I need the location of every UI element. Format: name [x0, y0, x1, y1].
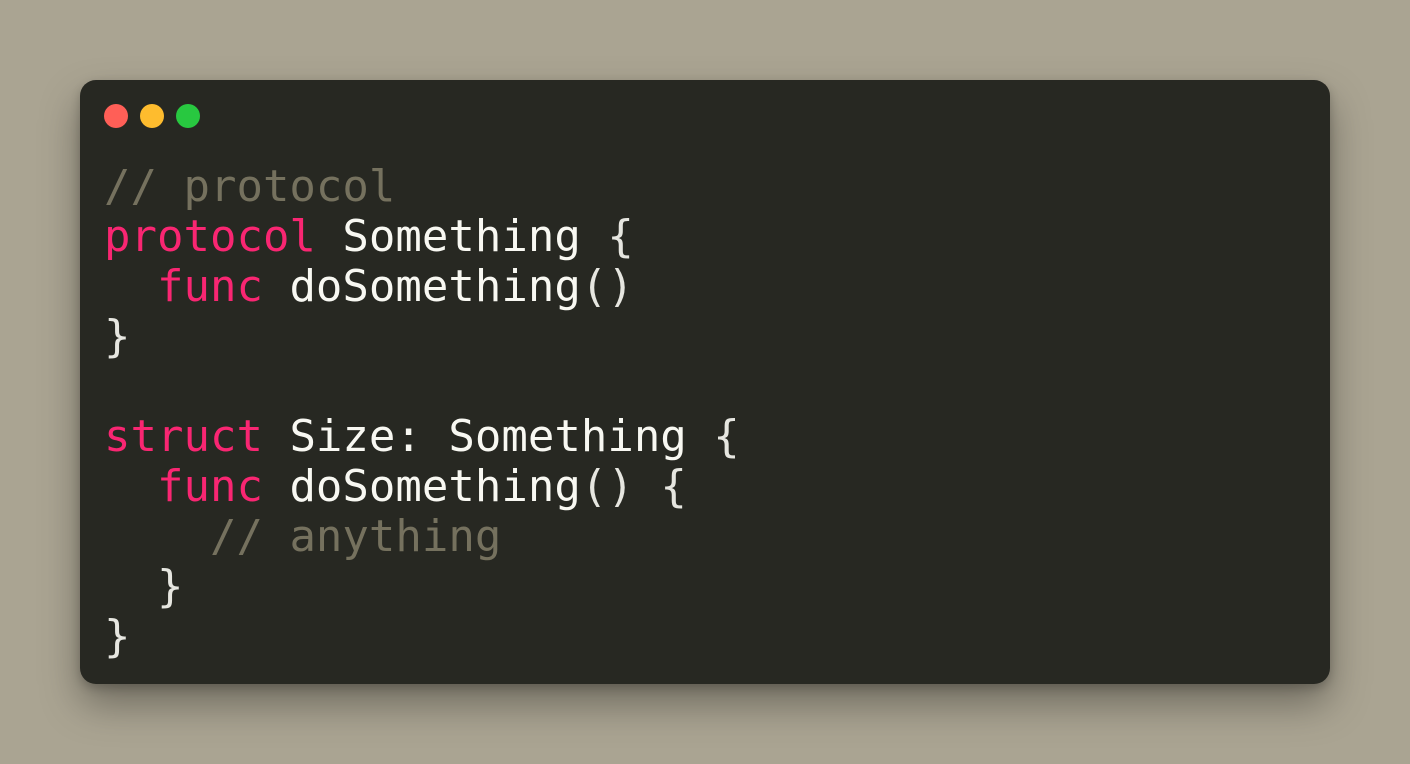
minimize-button[interactable] — [140, 104, 164, 128]
code-window: // protocol protocol Something { func doS… — [80, 80, 1330, 684]
code-text: doSomething — [262, 261, 581, 312]
close-button[interactable] — [104, 104, 128, 128]
code-punctuation: { — [607, 211, 634, 262]
code-punctuation: } — [104, 561, 184, 612]
code-line: func doSomething() { — [104, 462, 740, 512]
code-line: func doSomething() — [104, 262, 740, 312]
code-line: } — [104, 562, 740, 612]
maximize-button[interactable] — [176, 104, 200, 128]
code-punctuation: () — [580, 261, 634, 312]
code-line: struct Size: Something { — [104, 412, 740, 462]
code-punctuation: { — [713, 411, 740, 462]
window-controls — [104, 104, 200, 128]
code-keyword: struct — [104, 411, 263, 462]
code-comment: // anything — [209, 511, 502, 562]
code-line: // anything — [104, 512, 740, 562]
code-punctuation: } — [104, 611, 131, 662]
code-text: doSomething — [262, 461, 581, 512]
code-punctuation: () { — [580, 461, 687, 512]
code-keyword: func — [156, 261, 263, 312]
code-text: Something — [315, 211, 608, 262]
code-line: // protocol — [104, 162, 740, 212]
code-line: } — [104, 312, 740, 362]
code-punctuation: } — [104, 311, 131, 362]
code-block: // protocol protocol Something { func doS… — [104, 162, 740, 662]
code-text: Size: Something — [262, 411, 714, 462]
code-keyword: func — [156, 461, 263, 512]
code-comment: // protocol — [104, 161, 396, 212]
code-line: } — [104, 612, 740, 662]
code-keyword: protocol — [104, 211, 316, 262]
code-line: protocol Something { — [104, 212, 740, 262]
